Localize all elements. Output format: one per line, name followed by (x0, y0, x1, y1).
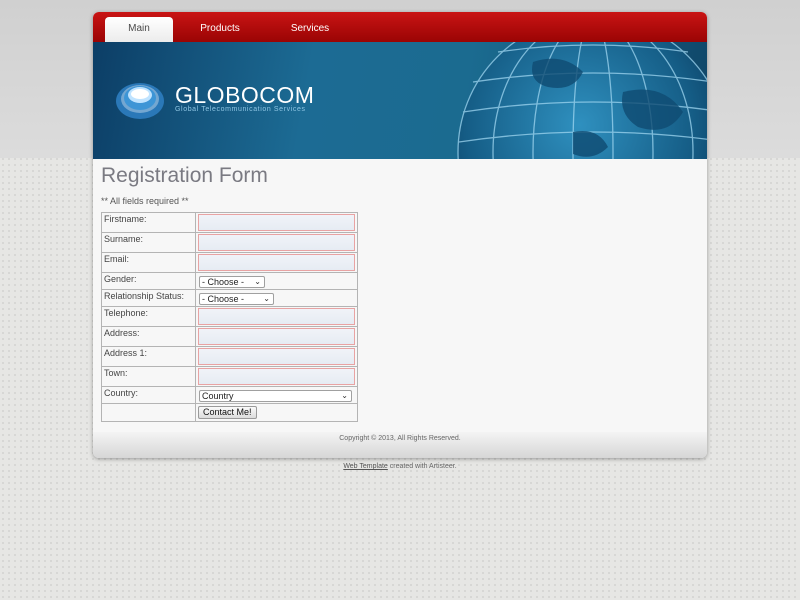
credit-text: created with Artisteer. (387, 463, 457, 470)
country-label: Country: (101, 386, 196, 404)
address-label: Address: (101, 326, 196, 347)
main-nav: Main Products Services (93, 12, 707, 42)
country-select-value: Country (202, 391, 234, 401)
contact-me-button[interactable]: Contact Me! (198, 406, 257, 419)
form-row-address: Address: (101, 326, 358, 347)
gender-label: Gender: (101, 272, 196, 290)
site-title: GLOBOCOM (175, 82, 315, 108)
surname-label: Surname: (101, 232, 196, 253)
copyright-text: Copyright © 2013, All Rights Reserved. (339, 435, 461, 442)
nav-item-services[interactable]: Services (275, 17, 345, 42)
relationship-select[interactable]: - Choose - ⌄ (199, 293, 274, 305)
relationship-select-value: - Choose - (202, 294, 245, 304)
submit-row-spacer (101, 403, 196, 422)
gender-select[interactable]: - Choose - ⌄ (199, 276, 265, 288)
relationship-label: Relationship Status: (101, 289, 196, 307)
email-input[interactable] (198, 254, 355, 271)
globe-graphic (457, 42, 707, 159)
telephone-label: Telephone: (101, 306, 196, 327)
site-header: GLOBOCOM Global Telecommunication Servic… (93, 42, 707, 159)
town-label: Town: (101, 366, 196, 387)
form-row-gender: Gender: - Choose - ⌄ (101, 272, 358, 290)
firstname-input[interactable] (198, 214, 355, 231)
surname-input[interactable] (198, 234, 355, 251)
template-credit: Web Template created with Artisteer. (0, 463, 800, 470)
firstname-label: Firstname: (101, 212, 196, 233)
form-row-country: Country: Country ⌄ (101, 386, 358, 404)
page-title: Registration Form (101, 164, 268, 187)
chevron-down-icon: ⌄ (254, 277, 261, 286)
chevron-down-icon: ⌄ (341, 391, 348, 400)
form-row-submit: Contact Me! (101, 403, 358, 422)
form-row-surname: Surname: (101, 232, 358, 253)
email-label: Email: (101, 252, 196, 273)
main-content: Registration Form ** All fields required… (93, 159, 707, 422)
nav-item-products-label: Products (200, 23, 240, 34)
address1-input[interactable] (198, 348, 355, 365)
form-row-email: Email: (101, 252, 358, 273)
form-row-relationship: Relationship Status: - Choose - ⌄ (101, 289, 358, 307)
town-input[interactable] (198, 368, 355, 385)
globocom-logo-icon (116, 83, 164, 119)
nav-item-main[interactable]: Main (105, 17, 173, 42)
registration-form: Firstname: Surname: Email: Gender: - Cho… (101, 212, 358, 422)
page-footer: Copyright © 2013, All Rights Reserved. (93, 432, 707, 458)
nav-item-products[interactable]: Products (185, 17, 255, 42)
required-note: ** All fields required ** (101, 196, 189, 206)
address1-label: Address 1: (101, 346, 196, 367)
telephone-input[interactable] (198, 308, 355, 325)
web-template-link[interactable]: Web Template (343, 463, 388, 470)
nav-item-services-label: Services (290, 23, 330, 34)
country-select[interactable]: Country ⌄ (199, 390, 352, 402)
form-row-town: Town: (101, 366, 358, 387)
chevron-down-icon: ⌄ (263, 294, 270, 303)
gender-select-value: - Choose - (202, 277, 245, 287)
form-row-firstname: Firstname: (101, 212, 358, 233)
nav-item-main-label: Main (128, 23, 150, 34)
form-row-telephone: Telephone: (101, 306, 358, 327)
form-row-address1: Address 1: (101, 346, 358, 367)
site-slogan: Global Telecommunication Services (175, 106, 306, 113)
address-input[interactable] (198, 328, 355, 345)
page-sheet: Main Products Services GLOBOCOM Global T… (93, 12, 707, 458)
